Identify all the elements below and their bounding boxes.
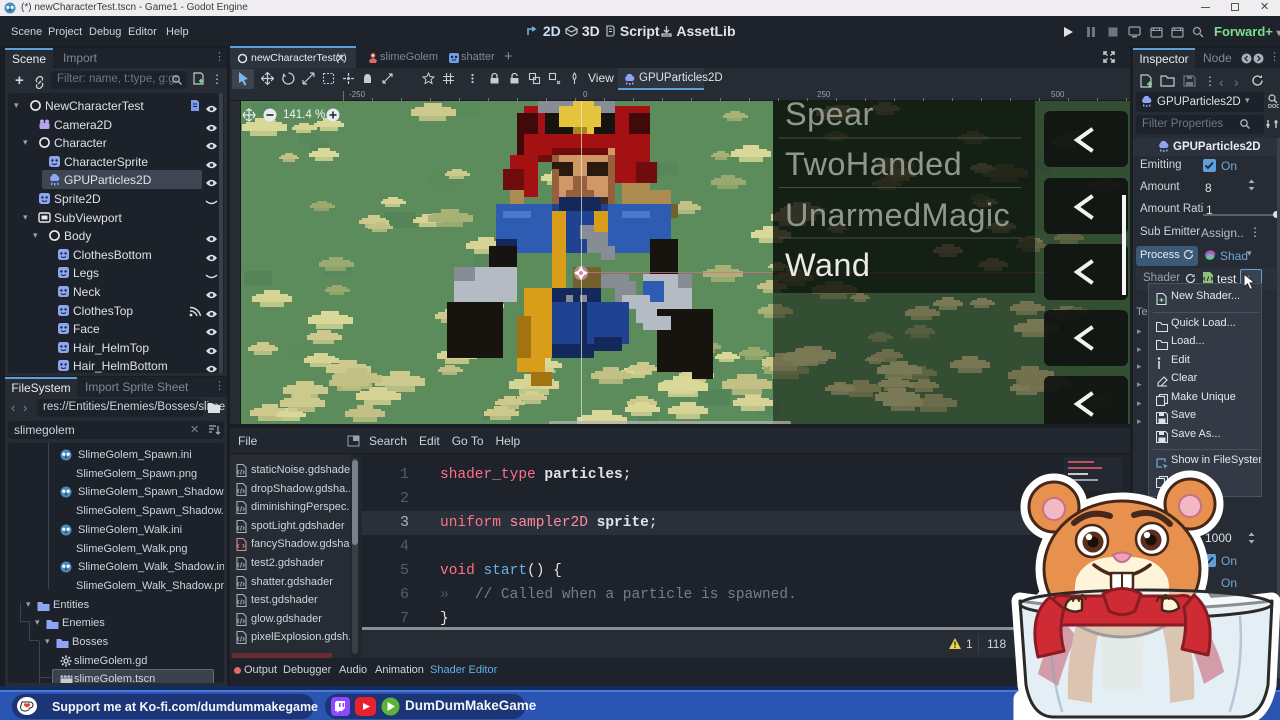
svg-text:TwoHanded: TwoHanded [785, 146, 962, 182]
svg-text:Wand: Wand [785, 247, 870, 283]
svg-text:UnarmedMagic: UnarmedMagic [785, 197, 1010, 233]
svg-text:DOC: DOC [1268, 104, 1279, 109]
svg-text:Spear: Spear [785, 101, 874, 132]
